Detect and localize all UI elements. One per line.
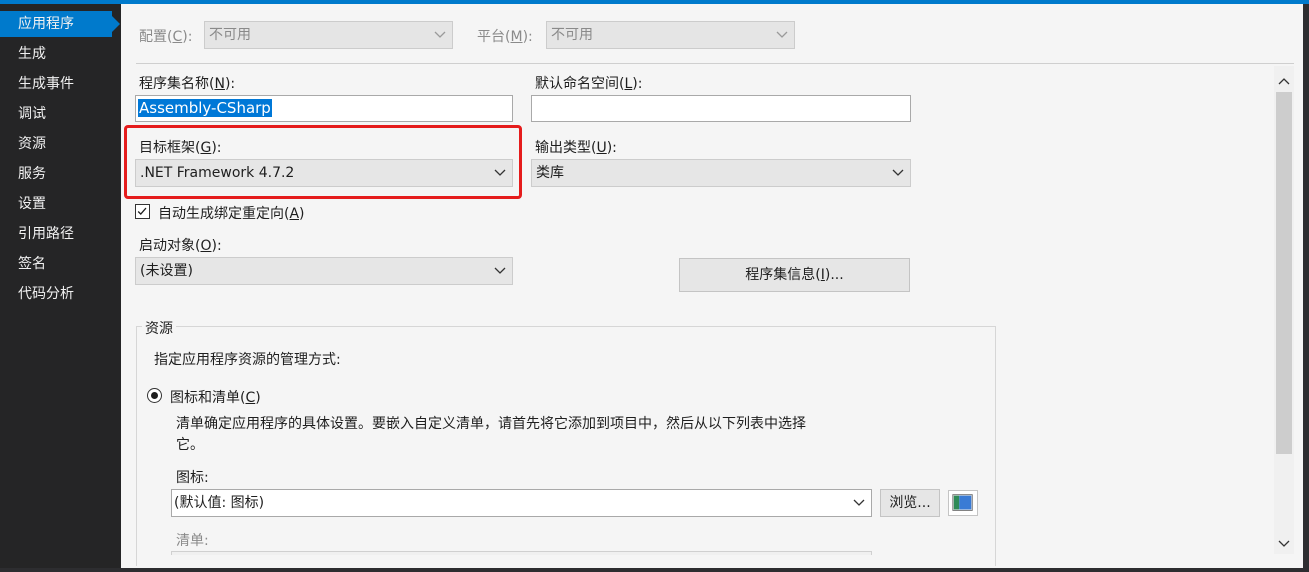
sidebar-item-build[interactable]: 生成 (0, 41, 121, 67)
icon-value: (默认值: 图标) (174, 495, 265, 511)
window-bottom-edge (0, 568, 1309, 572)
output-type-label: 输出类型(U): (535, 140, 617, 156)
config-value: 不可用 (209, 27, 251, 43)
config-label: 配置(C): (139, 29, 193, 45)
icon-preview (948, 490, 978, 516)
assembly-info-button[interactable]: 程序集信息(I)... (679, 258, 910, 292)
platform-dropdown[interactable]: 不可用 (546, 21, 795, 49)
assembly-name-input[interactable]: Assembly-CSharp (135, 95, 513, 122)
config-dropdown[interactable]: 不可用 (204, 21, 453, 49)
icon-combo[interactable]: (默认值: 图标) (171, 489, 872, 517)
sidebar-item-label: 应用程序 (18, 16, 74, 32)
startup-object-value: (未设置) (140, 263, 193, 279)
chevron-down-icon (853, 499, 865, 506)
scroll-up-icon[interactable] (1278, 77, 1290, 85)
sidebar-item-resources[interactable]: 资源 (0, 131, 121, 157)
sidebar-item-debug[interactable]: 调试 (0, 101, 121, 127)
sidebar-item-label: 生成 (18, 46, 46, 62)
sidebar-item-label: 设置 (18, 196, 46, 212)
scroll-down-icon[interactable] (1278, 540, 1290, 548)
output-type-value: 类库 (536, 165, 564, 181)
icon-manifest-label[interactable]: 图标和清单(C) (170, 387, 261, 407)
sidebar-item-code-analysis[interactable]: 代码分析 (0, 281, 121, 307)
sidebar-item-label: 代码分析 (18, 286, 74, 302)
manifest-label: 清单: (176, 533, 209, 549)
manifest-description-line1: 清单确定应用程序的具体设置。要嵌入自定义清单，请首先将它添加到项目中，然后从以下… (176, 416, 806, 432)
manifest-description-line2: 它。 (176, 437, 204, 453)
top-accent-bar (0, 0, 1309, 4)
sidebar-item-label: 签名 (18, 256, 46, 272)
sidebar-item-application[interactable]: 应用程序 (0, 11, 120, 37)
sidebar-item-label: 资源 (18, 136, 46, 152)
sidebar-item-services[interactable]: 服务 (0, 161, 121, 187)
platform-label: 平台(M): (477, 29, 533, 45)
icon-manifest-radio[interactable] (147, 388, 162, 403)
output-type-dropdown[interactable]: 类库 (531, 159, 911, 187)
resources-description: 指定应用程序资源的管理方式: (154, 352, 341, 368)
assembly-name-value: Assembly-CSharp (138, 99, 272, 117)
default-namespace-label: 默认命名空间(L): (535, 76, 643, 92)
sidebar-item-settings[interactable]: 设置 (0, 191, 121, 217)
auto-binding-checkbox[interactable] (135, 204, 150, 219)
sidebar-item-label: 引用路径 (18, 226, 74, 242)
sidebar-item-label: 调试 (18, 106, 46, 122)
highlight-annotation (124, 125, 522, 199)
sidebar-item-reference-paths[interactable]: 引用路径 (0, 221, 121, 247)
scrollbar-thumb[interactable] (1276, 92, 1292, 454)
chevron-down-icon (776, 31, 788, 38)
checkmark-icon (137, 207, 147, 216)
window-edge (1303, 4, 1309, 568)
chevron-down-icon (434, 31, 446, 38)
sidebar: 应用程序 生成 生成事件 调试 资源 服务 设置 引用路径 签名 代码分析 (0, 4, 121, 568)
sidebar-item-label: 服务 (18, 166, 46, 182)
auto-binding-label[interactable]: 自动生成绑定重定向(A) (158, 203, 305, 223)
assembly-name-label: 程序集名称(N): (139, 76, 236, 92)
icon-label: 图标: (176, 470, 209, 486)
resources-group-title: 资源 (142, 318, 176, 338)
sidebar-item-label: 生成事件 (18, 76, 74, 92)
chevron-down-icon (494, 267, 506, 274)
manifest-combo[interactable] (171, 551, 872, 555)
startup-object-dropdown[interactable]: (未设置) (135, 257, 513, 285)
default-namespace-input[interactable] (531, 95, 911, 122)
sidebar-item-build-events[interactable]: 生成事件 (0, 71, 121, 97)
platform-value: 不可用 (551, 27, 593, 43)
chevron-down-icon (892, 169, 904, 176)
startup-object-label: 启动对象(O): (139, 238, 222, 254)
browse-button[interactable]: 浏览... (880, 489, 940, 517)
separator (136, 63, 1294, 64)
sidebar-item-signing[interactable]: 签名 (0, 251, 121, 277)
app-icon (952, 494, 973, 511)
